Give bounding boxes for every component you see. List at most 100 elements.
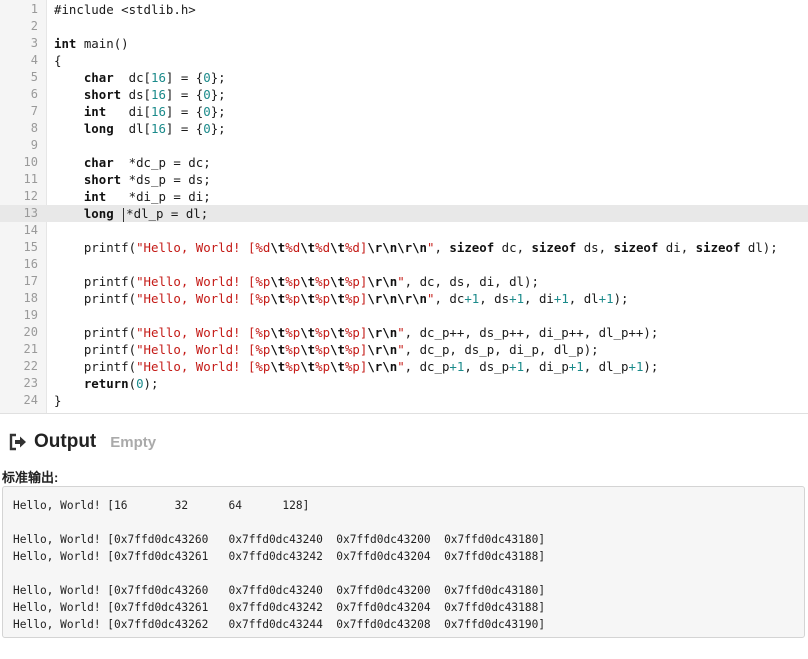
code-text[interactable]: #include <stdlib.h> xyxy=(54,1,196,18)
code-line[interactable]: 1 #include <stdlib.h> xyxy=(0,1,808,18)
code-text[interactable]: char dc[16] = {0}; xyxy=(54,69,226,86)
code-editor[interactable]: 1 #include <stdlib.h> 2 3 int main() 4{5 char… xyxy=(0,0,808,414)
code-line[interactable]: 21 printf("Hello, World! [%p\t%p\t%p\t%p… xyxy=(0,341,808,358)
code-token: } xyxy=(54,393,62,408)
code-text[interactable]: printf("Hello, World! [%p\t%p\t%p\t%p]\r… xyxy=(54,324,658,341)
code-line[interactable]: 6 short ds[16] = {0}; xyxy=(0,86,808,103)
code-token: , di xyxy=(524,291,554,306)
code-token: \t xyxy=(300,274,316,289)
code-token: 0 xyxy=(136,376,144,391)
code-token: ); xyxy=(613,291,629,306)
code-line[interactable]: 24} xyxy=(0,392,808,409)
code-token: 0 xyxy=(203,70,211,85)
code-line[interactable]: 15 printf("Hello, World! [%d\t%d\t%d\t%d… xyxy=(0,239,808,256)
code-line[interactable]: 20 printf("Hello, World! [%p\t%p\t%p\t%p… xyxy=(0,324,808,341)
code-line[interactable]: 23 return(0); xyxy=(0,375,808,392)
stdout-lines: Hello, World! [16 32 64 128] Hello, World… xyxy=(13,497,545,633)
code-text[interactable]: long *dl_p = dl; xyxy=(54,205,208,222)
code-text[interactable]: short *ds_p = ds; xyxy=(54,171,211,188)
code-text[interactable]: printf("Hello, World! [%p\t%p\t%p\t%p]\r… xyxy=(54,358,659,375)
code-text[interactable]: printf("Hello, World! [%p\t%p\t%p\t%p]\r… xyxy=(54,290,629,307)
code-token: \t xyxy=(330,342,345,357)
code-token: %d xyxy=(285,240,301,255)
code-token: \t xyxy=(270,291,286,306)
code-line[interactable]: 7 int di[16] = {0}; xyxy=(0,103,808,120)
code-token: \r\n xyxy=(367,325,398,340)
code-token: \t xyxy=(300,291,316,306)
code-line[interactable]: 4{ xyxy=(0,52,808,69)
code-token: *di_p = di; xyxy=(106,189,211,204)
code-line[interactable]: 14 xyxy=(0,222,808,239)
code-text[interactable]: short ds[16] = {0}; xyxy=(54,86,226,103)
code-text[interactable]: printf("Hello, World! [%p\t%p\t%p\t%p]\r… xyxy=(54,341,599,358)
output-status: Empty xyxy=(110,433,157,451)
code-line[interactable]: 12 int *di_p = di; xyxy=(0,188,808,205)
code-token: printf( xyxy=(54,291,137,306)
code-token: \t xyxy=(330,240,345,255)
code-token: long xyxy=(83,121,114,136)
code-token: }; xyxy=(210,121,226,136)
code-text[interactable]: char *dc_p = dc; xyxy=(54,154,211,171)
code-line[interactable]: 10 char *dc_p = dc; xyxy=(0,154,808,171)
code-token: ] = { xyxy=(165,104,204,119)
code-line[interactable]: 18 printf("Hello, World! [%p\t%p\t%p\t%p… xyxy=(0,290,808,307)
code-text[interactable]: int *di_p = di; xyxy=(54,188,211,205)
code-text[interactable]: int di[16] = {0}; xyxy=(54,103,226,120)
code-token: short xyxy=(83,87,122,102)
code-token: ds[ xyxy=(121,87,151,102)
code-text[interactable]: printf("Hello, World! [%d\t%d\t%d\t%d]\r… xyxy=(54,239,778,256)
code-token: \r\n\r\n xyxy=(367,291,428,306)
code-line[interactable]: 16 xyxy=(0,256,808,273)
code-line[interactable]: 19 xyxy=(0,307,808,324)
code-token: 0 xyxy=(203,87,211,102)
code-token: 16 xyxy=(151,104,166,119)
code-line[interactable]: 11 short *ds_p = ds; xyxy=(0,171,808,188)
code-text[interactable]: { xyxy=(54,52,61,69)
text-cursor xyxy=(123,207,125,222)
code-token: ] = { xyxy=(165,87,204,102)
stdout-line: Hello, World! [0x7ffd0dc43261 0x7ffd0dc4… xyxy=(13,601,546,614)
code-token: +1 xyxy=(598,291,614,306)
code-token: %d] xyxy=(344,240,368,255)
code-text[interactable]: return(0); xyxy=(54,375,159,392)
code-line[interactable]: 3 int main() xyxy=(0,35,808,52)
code-token: +1 xyxy=(553,291,569,306)
code-line[interactable]: 8 long dl[16] = {0}; xyxy=(0,120,808,137)
code-token: di[ xyxy=(106,104,151,119)
code-token: dc, xyxy=(494,240,532,255)
code-token: main() xyxy=(76,36,129,51)
code-token: return xyxy=(83,376,129,391)
code-token: \t xyxy=(270,359,286,374)
code-token: " xyxy=(397,342,405,357)
code-line[interactable]: 5 char dc[16] = {0}; xyxy=(0,69,808,86)
stdout-line: Hello, World! [0x7ffd0dc43260 0x7ffd0dc4… xyxy=(13,533,546,546)
code-text[interactable]: printf("Hello, World! [%p\t%p\t%p\t%p]\r… xyxy=(54,273,539,290)
code-token: printf( xyxy=(54,240,137,255)
code-line[interactable]: 2 xyxy=(0,18,808,35)
code-token: }; xyxy=(210,70,226,85)
code-text[interactable]: } xyxy=(54,392,61,409)
code-token: { xyxy=(54,53,62,68)
code-text[interactable]: long dl[16] = {0}; xyxy=(54,120,226,137)
code-line[interactable]: 9 xyxy=(0,137,808,154)
code-token: , dc xyxy=(434,291,465,306)
code-line[interactable]: 22 printf("Hello, World! [%p\t%p\t%p\t%p… xyxy=(0,358,808,375)
code-token: \t xyxy=(270,274,286,289)
code-line[interactable]: 13 long *dl_p = dl; xyxy=(0,205,808,222)
code-token: "Hello, World! [%p xyxy=(136,342,271,357)
code-token: +1 xyxy=(449,359,465,374)
code-line[interactable]: 17 printf("Hello, World! [%p\t%p\t%p\t%p… xyxy=(0,273,808,290)
code-token: \t xyxy=(270,325,286,340)
stdout-line: Hello, World! [0x7ffd0dc43260 0x7ffd0dc4… xyxy=(13,584,546,597)
code-token: "Hello, World! [%p xyxy=(136,291,271,306)
code-token: printf( xyxy=(54,325,137,340)
line-number: 6 xyxy=(30,87,38,101)
code-lines[interactable]: 1 #include <stdlib.h> 2 3 int main() 4{5 char… xyxy=(0,1,808,409)
code-token: , ds xyxy=(479,291,510,306)
code-text[interactable]: int main() xyxy=(54,35,129,52)
code-token: +1 xyxy=(568,359,584,374)
